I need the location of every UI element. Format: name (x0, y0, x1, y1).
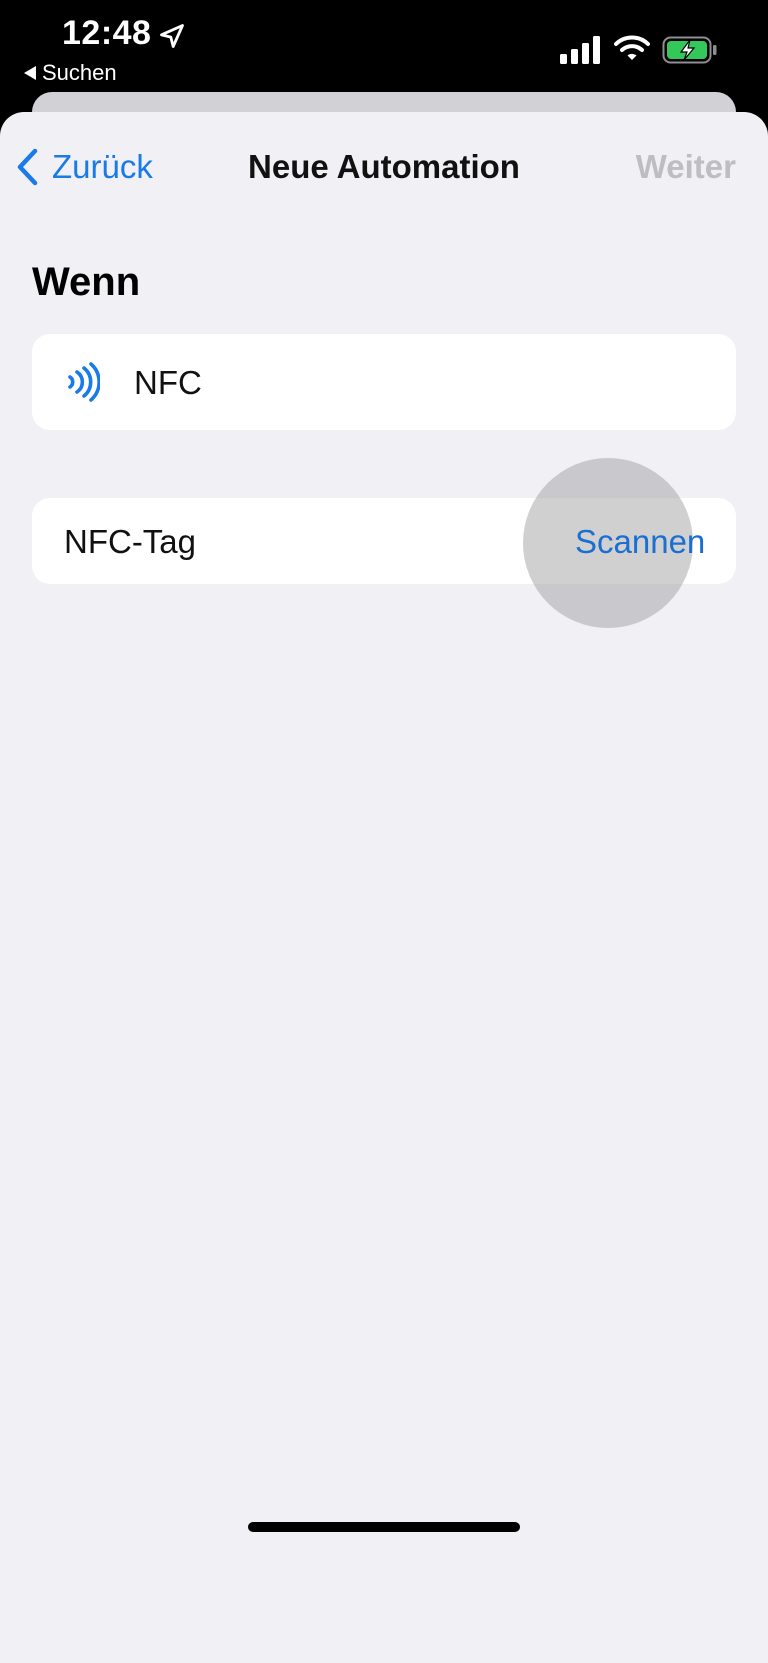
trigger-nfc-row[interactable]: NFC (32, 334, 736, 430)
cellular-signal-icon (560, 36, 600, 64)
nfc-icon (68, 362, 100, 402)
back-button[interactable]: Zurück (16, 148, 153, 186)
back-triangle-icon (24, 66, 36, 80)
section-title-wenn: Wenn (32, 260, 141, 304)
trigger-nfc-label: NFC (134, 364, 202, 401)
next-button[interactable]: Weiter (636, 148, 736, 186)
back-to-app-label: Suchen (42, 60, 117, 85)
scan-button[interactable]: Scannen (575, 523, 705, 561)
status-bar: 12:48 Suchen (0, 0, 768, 96)
wifi-icon (614, 35, 650, 60)
location-arrow-icon (160, 24, 184, 48)
home-indicator (248, 1522, 520, 1532)
automation-sheet: Zurück Neue Automation Weiter Wenn NFC N… (0, 112, 768, 1663)
back-button-label: Zurück (52, 148, 153, 185)
status-time: 12:48 (62, 14, 152, 52)
battery-charging-icon (662, 36, 717, 64)
chevron-left-icon (17, 148, 38, 186)
back-to-app-link[interactable]: Suchen (24, 60, 117, 86)
nfc-tag-label: NFC-Tag (64, 523, 197, 560)
